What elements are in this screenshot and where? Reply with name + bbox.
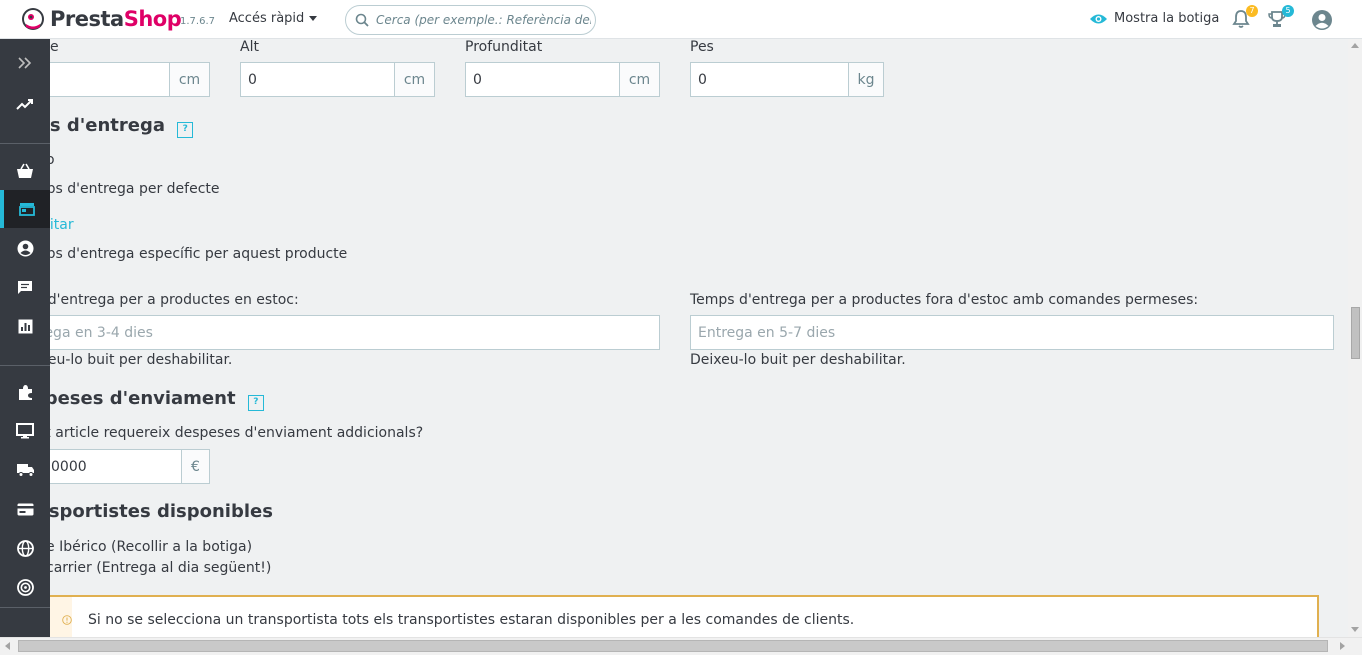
orders-notifications[interactable]: 5: [1267, 5, 1294, 31]
view-shop-label: Mostra la botiga: [1114, 11, 1220, 26]
vertical-scroll-thumb[interactable]: [1351, 307, 1360, 359]
sidebar-item-payment[interactable]: [0, 490, 50, 528]
orders-badge: 5: [1282, 5, 1294, 17]
shipping-fees-question: st article requereix despeses d'enviamen…: [50, 425, 424, 441]
sidebar-item-shipping[interactable]: [0, 451, 50, 489]
shipping-fees-input-group: €: [50, 449, 210, 484]
sidebar-item-customers[interactable]: [0, 229, 50, 267]
eye-icon: [1090, 14, 1107, 23]
carrier-warning-text: Si no se selecciona un transportista tot…: [88, 612, 855, 628]
weight-input-group: kg: [690, 62, 884, 97]
account-circle-icon: [17, 240, 33, 256]
prestashop-logo-icon[interactable]: [21, 7, 45, 31]
version-label: 1.7.6.7: [180, 16, 215, 27]
bar-chart-icon: [18, 319, 32, 333]
store-icon: [19, 203, 35, 216]
out-stock-delivery-label: Temps d'entrega per a productes fora d'e…: [690, 292, 1199, 308]
in-stock-delivery-hint: xeu-lo buit per deshabilitar.: [50, 352, 233, 368]
help-icon[interactable]: ?: [247, 395, 264, 411]
warning-icon-area: [50, 597, 72, 637]
chevron-down-icon: [309, 16, 318, 21]
scroll-right-icon[interactable]: [1340, 642, 1345, 650]
top-header: PrestaShop 1.7.6.7 Accés ràpid Mostra la…: [0, 0, 1362, 39]
shipping-fees-heading: speses d'enviament ?: [50, 388, 264, 411]
width-label: e: [50, 39, 59, 55]
delivery-option-specific[interactable]: mps d'entrega específic per aquest produ…: [50, 246, 347, 262]
search-input[interactable]: [376, 10, 591, 30]
out-stock-delivery-input[interactable]: [690, 315, 1334, 350]
employee-menu[interactable]: [1311, 9, 1333, 31]
width-input-group: cm: [50, 62, 210, 97]
search-icon: [355, 13, 369, 27]
view-shop-link[interactable]: Mostra la botiga: [1089, 11, 1219, 26]
sidebar-item-catalog[interactable]: [0, 190, 50, 228]
height-input[interactable]: [240, 62, 394, 97]
width-unit: cm: [169, 62, 210, 97]
sidebar-item-modules[interactable]: [0, 373, 50, 411]
sidebar-item-design[interactable]: [0, 412, 50, 450]
radar-icon: [16, 578, 34, 596]
depth-input-group: cm: [465, 62, 660, 97]
double-chevron-right-icon: [18, 57, 32, 69]
weight-input[interactable]: [690, 62, 848, 97]
scroll-left-icon[interactable]: [5, 642, 10, 650]
delivery-time-heading: ps d'entrega ?: [50, 115, 194, 138]
weight-unit: kg: [848, 62, 884, 97]
truck-icon: [16, 464, 34, 477]
vertical-scrollbar[interactable]: [1348, 39, 1362, 637]
height-label: Alt: [240, 39, 259, 55]
in-stock-delivery-input[interactable]: [50, 315, 660, 350]
carrier-option[interactable]: e Ibérico (Recollir a la botiga): [50, 539, 252, 555]
brand-name[interactable]: PrestaShop: [50, 7, 182, 31]
product-shipping-tab: e Alt Profunditat Pes cm cm cm kg ps d'e…: [50, 39, 1348, 637]
sidebar-item-orders[interactable]: [0, 152, 50, 190]
trending-up-icon: [16, 99, 33, 110]
delivery-option-none[interactable]: o: [50, 152, 55, 168]
help-icon[interactable]: ?: [177, 122, 194, 138]
sidebar-item-stats[interactable]: [0, 307, 50, 345]
notifications-bell[interactable]: 7: [1231, 5, 1258, 31]
sidebar-item-messages[interactable]: [0, 268, 50, 306]
user-avatar-icon: [1312, 10, 1332, 30]
globe-icon: [16, 539, 34, 557]
chat-icon: [18, 280, 32, 294]
scroll-up-icon[interactable]: [1351, 43, 1359, 48]
delivery-option-default[interactable]: mps d'entrega per defecte: [50, 181, 220, 197]
warning-circle-icon: [62, 615, 72, 625]
carrier-option[interactable]: carrier (Entrega al dia següent!): [50, 560, 271, 576]
monitor-icon: [16, 423, 34, 439]
width-input[interactable]: [50, 62, 169, 97]
currency-unit: €: [181, 449, 210, 484]
carrier-warning-alert: Si no se selecciona un transportista tot…: [50, 595, 1319, 637]
depth-unit: cm: [619, 62, 660, 97]
height-input-group: cm: [240, 62, 435, 97]
credit-card-icon: [17, 503, 33, 515]
notifications-badge: 7: [1246, 5, 1258, 17]
edit-delivery-link[interactable]: litar: [50, 217, 74, 233]
sidebar-collapse-toggle[interactable]: [0, 44, 50, 82]
quick-access-dropdown[interactable]: Accés ràpid: [229, 11, 318, 26]
sidebar-item-dashboard[interactable]: [0, 85, 50, 123]
in-stock-delivery-label: s d'entrega per a productes en estoc:: [50, 292, 299, 308]
basket-icon: [17, 163, 33, 178]
depth-label: Profunditat: [465, 39, 543, 55]
horizontal-scrollbar[interactable]: [0, 637, 1362, 655]
header-search[interactable]: [345, 5, 596, 35]
sidebar-item-advanced[interactable]: [0, 568, 50, 606]
height-unit: cm: [394, 62, 435, 97]
shipping-fees-input[interactable]: [50, 449, 181, 484]
horizontal-scroll-thumb[interactable]: [18, 640, 1328, 652]
puzzle-icon: [18, 384, 32, 400]
carriers-heading: nsportistes disponibles: [50, 501, 273, 522]
sidebar-item-international[interactable]: [0, 529, 50, 567]
depth-input[interactable]: [465, 62, 619, 97]
scroll-down-icon[interactable]: [1351, 627, 1359, 632]
sidebar-nav: [0, 39, 50, 637]
out-stock-delivery-hint: Deixeu-lo buit per deshabilitar.: [690, 352, 906, 368]
weight-label: Pes: [690, 39, 714, 55]
